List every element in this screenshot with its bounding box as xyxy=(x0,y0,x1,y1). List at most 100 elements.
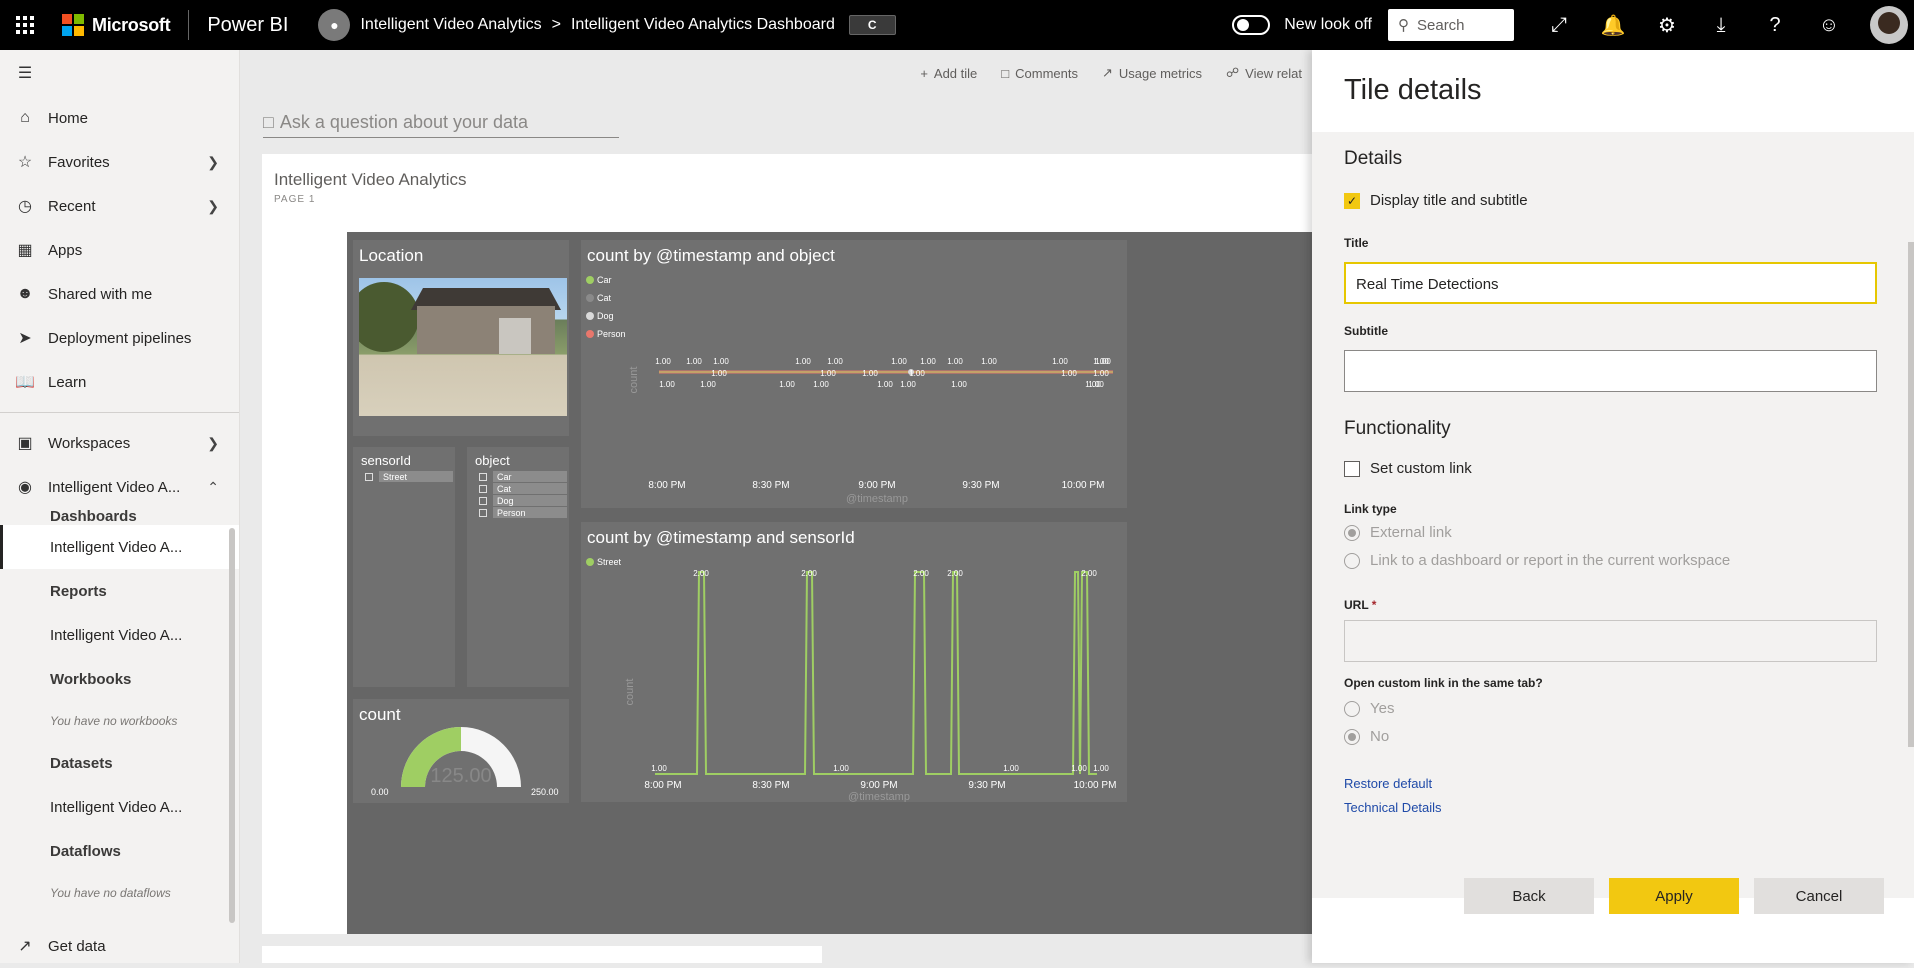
page-label: PAGE 1 xyxy=(274,194,316,205)
radio-label: External link xyxy=(1370,524,1452,541)
app-launcher-button[interactable] xyxy=(0,0,50,50)
top-bar: Microsoft Power BI ● Intelligent Video A… xyxy=(0,0,1914,50)
data-label: 2.00 xyxy=(693,569,709,578)
restore-default-link[interactable]: Restore default xyxy=(1344,776,1432,791)
data-label: 1.00 xyxy=(951,380,967,389)
report-tile[interactable]: Intelligent Video Analytics PAGE 1 Locat… xyxy=(262,154,1312,934)
x-tick-label: 8:00 PM xyxy=(648,480,685,491)
legend-label: Street xyxy=(597,557,622,567)
nav-dataset-item[interactable]: Intelligent Video A... xyxy=(0,785,239,829)
data-label: 1.00 xyxy=(651,764,667,773)
radio-selected-icon xyxy=(1344,728,1360,745)
qna-placeholder: Ask a question about your data xyxy=(279,112,529,132)
radio-label: No xyxy=(1370,728,1390,745)
nav-dashboard-item[interactable]: Intelligent Video A... xyxy=(0,525,239,569)
smiley-icon[interactable]: ☺ xyxy=(1802,0,1856,50)
gear-icon[interactable]: ⚙ xyxy=(1640,0,1694,50)
chart-by-sensorid[interactable]: count by @timestamp and sensorId Street c… xyxy=(581,522,1127,802)
plus-icon: + xyxy=(920,65,928,81)
title-input[interactable]: Real Time Detections xyxy=(1344,262,1877,304)
breadcrumb-dashboard[interactable]: Intelligent Video Analytics Dashboard xyxy=(571,16,835,34)
internal-link-radio[interactable]: Link to a dashboard or report in the cur… xyxy=(1344,552,1730,569)
breadcrumb-workspace[interactable]: Intelligent Video Analytics xyxy=(360,16,541,34)
avatar[interactable] xyxy=(1870,6,1908,44)
data-label: 1.00 xyxy=(981,357,997,366)
help-icon[interactable]: ? xyxy=(1748,0,1802,50)
nav-label: Apps xyxy=(48,241,83,259)
cancel-button[interactable]: Cancel xyxy=(1754,878,1884,914)
custom-link-checkbox[interactable]: Set custom link xyxy=(1344,460,1472,477)
apply-button[interactable]: Apply xyxy=(1609,878,1739,914)
section-datasets: Datasets xyxy=(50,754,113,772)
nav-apps[interactable]: ▦ Apps xyxy=(0,228,239,272)
nav-get-data[interactable]: ↗ Get data xyxy=(0,924,238,968)
y-axis-label: count xyxy=(628,367,640,394)
microsoft-logo[interactable]: Microsoft xyxy=(62,14,171,36)
product-name[interactable]: Power BI xyxy=(207,14,288,37)
nav-report-item[interactable]: Intelligent Video A... xyxy=(0,613,239,657)
rocket-icon: ➤ xyxy=(18,330,32,347)
back-button[interactable]: Back xyxy=(1464,878,1594,914)
chevron-up-icon: ⌃ xyxy=(207,478,219,495)
count-gauge-visual[interactable]: count 125.00 0.00 250.00 xyxy=(353,699,569,803)
external-link-radio[interactable]: External link xyxy=(1344,524,1452,541)
chart-line-icon: ↗ xyxy=(1102,65,1113,80)
nav-shared[interactable]: ☻ Shared with me xyxy=(0,272,239,316)
nav-deployment-pipelines[interactable]: ➤ Deployment pipelines xyxy=(0,316,239,360)
gauge-value: 125.00 xyxy=(430,765,492,787)
slicer-option[interactable]: Street xyxy=(365,471,453,482)
sensitivity-badge[interactable]: C xyxy=(848,15,896,35)
slicer-option[interactable]: Cat xyxy=(479,483,567,494)
data-label: 1.00 xyxy=(1093,369,1109,378)
search-box[interactable]: ⚲ Search xyxy=(1388,9,1514,41)
slicer-option[interactable]: Person xyxy=(479,507,567,518)
nav-recent[interactable]: ◷ Recent ❯ xyxy=(0,184,239,228)
comments-button[interactable]: □ Comments xyxy=(1001,66,1078,81)
url-input[interactable] xyxy=(1344,620,1877,662)
tile-title: Intelligent Video Analytics xyxy=(274,170,467,189)
data-label: 1.00 xyxy=(947,357,963,366)
subtitle-input[interactable] xyxy=(1344,350,1877,392)
download-icon[interactable]: ⤓ xyxy=(1694,0,1748,50)
left-navigation: ☰ ⌂ Home ☆ Favorites ❯ ◷ Recent ❯ ▦ Apps ☻ Shar… xyxy=(0,50,240,963)
panel-header: Tile details xyxy=(1312,50,1914,132)
slicer-option[interactable]: Car xyxy=(479,471,567,482)
qna-input[interactable]: □ Ask a question about your data xyxy=(263,112,619,138)
radio-icon xyxy=(1344,552,1360,569)
chat-icon: □ xyxy=(263,112,274,132)
slicer-option[interactable]: Dog xyxy=(479,495,567,506)
hamburger-button[interactable]: ☰ xyxy=(0,50,239,96)
nav-favorites[interactable]: ☆ Favorites ❯ xyxy=(0,140,239,184)
location-visual[interactable]: Location xyxy=(353,240,569,436)
nav-home[interactable]: ⌂ Home xyxy=(0,96,239,140)
view-related-button[interactable]: ☍ View relat xyxy=(1226,65,1302,81)
nav-current-workspace[interactable]: ◉ Intelligent Video A... ⌃ xyxy=(0,465,239,509)
add-tile-button[interactable]: + Add tile xyxy=(920,66,977,81)
nav-scrollbar[interactable] xyxy=(229,528,235,923)
add-tile-label: Add tile xyxy=(933,65,978,81)
nav-workspaces[interactable]: ▣ Workspaces ❯ xyxy=(0,421,239,465)
expand-icon[interactable]: ⤢ xyxy=(1532,0,1586,50)
link-type-label: Link type xyxy=(1344,502,1397,516)
object-slicer[interactable]: object Car Cat Dog Person xyxy=(467,447,569,687)
new-look-toggle[interactable] xyxy=(1232,15,1271,35)
breadcrumb-separator: > xyxy=(551,16,561,33)
same-tab-yes-radio[interactable]: Yes xyxy=(1344,700,1394,717)
display-title-checkbox[interactable]: ✓ Display title and subtitle xyxy=(1344,192,1528,209)
chart-by-object[interactable]: count by @timestamp and object Car Cat Dog… xyxy=(581,240,1127,508)
data-label: 2.00 xyxy=(1081,569,1097,578)
sensorid-slicer[interactable]: sensorId Street xyxy=(353,447,455,687)
usage-metrics-button[interactable]: ↗ Usage metrics xyxy=(1102,65,1202,81)
nav-learn[interactable]: 📖 Learn xyxy=(0,360,239,404)
legend-marker xyxy=(586,312,594,320)
workspace-avatar-icon: ◉ xyxy=(18,479,32,496)
same-tab-no-radio[interactable]: No xyxy=(1344,728,1389,745)
subtitle-label: Subtitle xyxy=(1344,324,1388,338)
bell-icon[interactable]: 🔔 xyxy=(1586,0,1640,50)
shared-person-icon: ☻ xyxy=(16,285,34,302)
technical-details-link[interactable]: Technical Details xyxy=(1344,800,1442,815)
x-axis-label: @timestamp xyxy=(846,493,908,505)
section-dataflows: Dataflows xyxy=(50,842,121,860)
nav-label: Get data xyxy=(48,937,106,955)
panel-scrollbar[interactable] xyxy=(1908,242,1914,747)
